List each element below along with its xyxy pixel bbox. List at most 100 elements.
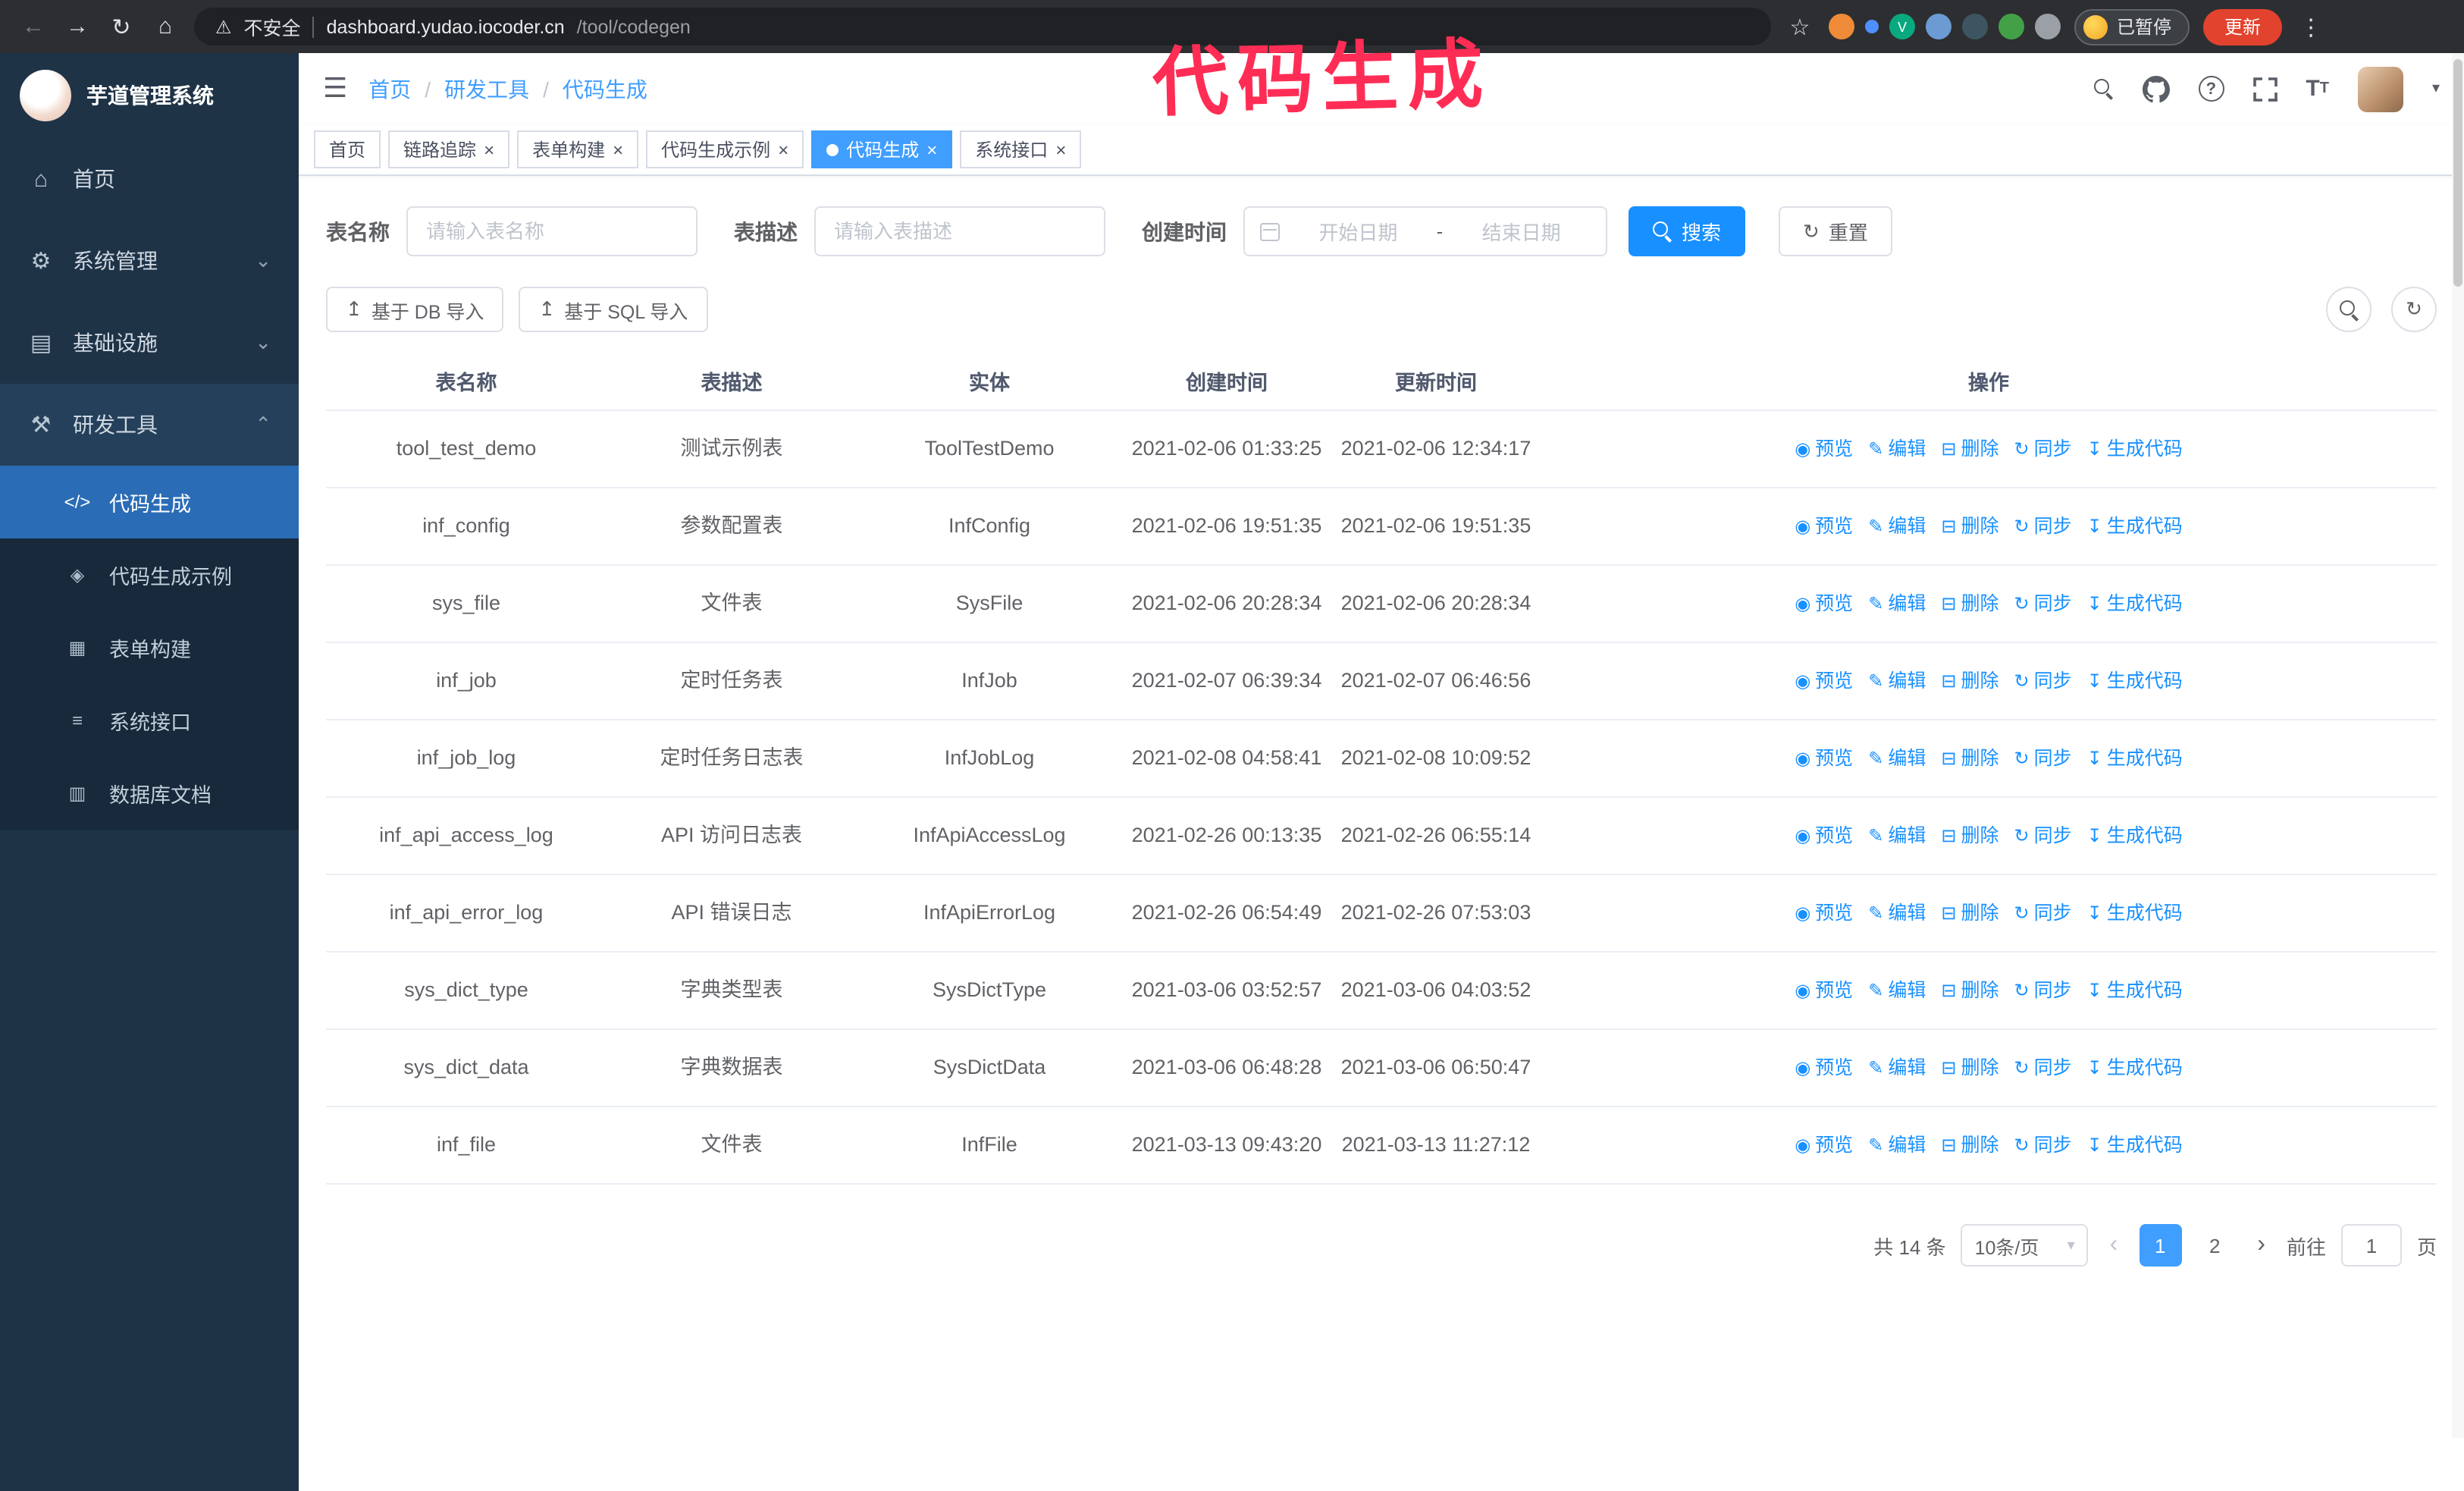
fullscreen-icon[interactable]: [2252, 77, 2277, 101]
sync-button[interactable]: ↻ 同步: [2014, 590, 2072, 617]
generate-button[interactable]: ↧ 生成代码: [2087, 435, 2183, 463]
table-desc-input[interactable]: [814, 206, 1105, 256]
github-icon[interactable]: [2142, 75, 2170, 102]
sync-button[interactable]: ↻ 同步: [2014, 667, 2072, 695]
delete-button[interactable]: ⊟ 删除: [1941, 745, 1998, 772]
delete-button[interactable]: ⊟ 删除: [1941, 977, 1998, 1004]
sidebar-item-codegen-example[interactable]: ◈ 代码生成示例: [0, 538, 299, 611]
edit-button[interactable]: ✎ 编辑: [1868, 1132, 1926, 1159]
search-icon[interactable]: [2093, 79, 2113, 99]
preview-button[interactable]: ◉ 预览: [1795, 1054, 1853, 1081]
help-icon[interactable]: ?: [2198, 76, 2224, 102]
edit-button[interactable]: ✎ 编辑: [1868, 435, 1926, 463]
generate-button[interactable]: ↧ 生成代码: [2087, 590, 2183, 617]
preview-button[interactable]: ◉ 预览: [1795, 977, 1853, 1004]
blue-dot-extension-icon[interactable]: [1865, 20, 1879, 33]
edit-button[interactable]: ✎ 编辑: [1868, 822, 1926, 849]
refresh-table-button[interactable]: ↻: [2391, 287, 2437, 332]
tab-close-icon[interactable]: ×: [484, 140, 494, 159]
generate-button[interactable]: ↧ 生成代码: [2087, 1132, 2183, 1159]
sync-button[interactable]: ↻ 同步: [2014, 745, 2072, 772]
sidebar-item-codegen[interactable]: </> 代码生成: [0, 466, 299, 538]
breadcrumb-item[interactable]: 代码生成: [563, 74, 647, 104]
tab-codegen-example[interactable]: 代码生成示例 ×: [646, 130, 804, 168]
create-time-range-picker[interactable]: 开始日期 - 结束日期: [1243, 206, 1607, 256]
tab-home[interactable]: 首页: [314, 130, 381, 168]
edit-button[interactable]: ✎ 编辑: [1868, 513, 1926, 540]
browser-home-icon[interactable]: ⌂: [150, 14, 180, 39]
edit-button[interactable]: ✎ 编辑: [1868, 745, 1926, 772]
reset-button[interactable]: ↻ 重置: [1779, 206, 1892, 256]
sync-button[interactable]: ↻ 同步: [2014, 1054, 2072, 1081]
people-extension-icon[interactable]: [1926, 14, 1951, 39]
edit-button[interactable]: ✎ 编辑: [1868, 899, 1926, 927]
generate-button[interactable]: ↧ 生成代码: [2087, 513, 2183, 540]
sync-button[interactable]: ↻ 同步: [2014, 435, 2072, 463]
sync-button[interactable]: ↻ 同步: [2014, 899, 2072, 927]
sync-button[interactable]: ↻ 同步: [2014, 977, 2072, 1004]
avatar[interactable]: [2357, 66, 2403, 111]
table-name-input[interactable]: [406, 206, 698, 256]
tab-tracer[interactable]: 链路追踪 ×: [388, 130, 510, 168]
scrollbar-thumb[interactable]: [2453, 59, 2462, 287]
sidebar-item-devtools[interactable]: ⚒ 研发工具 ⌃: [0, 384, 299, 466]
delete-button[interactable]: ⊟ 删除: [1941, 899, 1998, 927]
generate-button[interactable]: ↧ 生成代码: [2087, 1054, 2183, 1081]
sidebar-item-system-api[interactable]: ≡ 系统接口: [0, 684, 299, 757]
preview-button[interactable]: ◉ 预览: [1795, 1132, 1853, 1159]
green-v-extension-icon[interactable]: V: [1889, 14, 1915, 39]
delete-button[interactable]: ⊟ 删除: [1941, 435, 1998, 463]
generate-button[interactable]: ↧ 生成代码: [2087, 899, 2183, 927]
page-size-select[interactable]: 10条/页 ▾: [1961, 1224, 2089, 1267]
tab-close-icon[interactable]: ×: [926, 140, 937, 159]
prev-page-button[interactable]: ‹: [2104, 1232, 2124, 1257]
preview-button[interactable]: ◉ 预览: [1795, 667, 1853, 695]
address-bar[interactable]: ⚠ 不安全 dashboard.yudao.iocoder.cn/tool/co…: [194, 8, 1771, 46]
tab-close-icon[interactable]: ×: [613, 140, 623, 159]
generate-button[interactable]: ↧ 生成代码: [2087, 667, 2183, 695]
browser-menu-kebab-icon[interactable]: ⋮: [2296, 13, 2326, 40]
search-button[interactable]: 搜索: [1629, 206, 1746, 256]
translate-paused-badge[interactable]: 已暂停: [2074, 8, 2190, 45]
edit-button[interactable]: ✎ 编辑: [1868, 667, 1926, 695]
sync-button[interactable]: ↻ 同步: [2014, 1132, 2072, 1159]
preview-button[interactable]: ◉ 预览: [1795, 745, 1853, 772]
puzzle-extension-icon[interactable]: [2035, 14, 2061, 39]
sidebar-item-system[interactable]: ⚙ 系统管理 ⌄: [0, 220, 299, 302]
edit-button[interactable]: ✎ 编辑: [1868, 1054, 1926, 1081]
chevron-down-icon[interactable]: ▾: [2432, 80, 2440, 97]
delete-button[interactable]: ⊟ 删除: [1941, 822, 1998, 849]
sync-button[interactable]: ↻ 同步: [2014, 822, 2072, 849]
toggle-search-button[interactable]: [2326, 287, 2372, 332]
sidebar-item-home[interactable]: ⌂ 首页: [0, 138, 299, 220]
delete-button[interactable]: ⊟ 删除: [1941, 1054, 1998, 1081]
tab-close-icon[interactable]: ×: [1055, 140, 1066, 159]
preview-button[interactable]: ◉ 预览: [1795, 899, 1853, 927]
tab-form-builder[interactable]: 表单构建 ×: [517, 130, 639, 168]
orange-extension-icon[interactable]: [1829, 14, 1854, 39]
browser-back-icon[interactable]: ←: [18, 14, 49, 39]
page-button-2[interactable]: 2: [2193, 1224, 2236, 1267]
import-sql-button[interactable]: ↥ 基于 SQL 导入: [519, 287, 708, 332]
generate-button[interactable]: ↧ 生成代码: [2087, 745, 2183, 772]
page-button-1[interactable]: 1: [2139, 1224, 2182, 1267]
bookmark-star-icon[interactable]: ☆: [1785, 13, 1815, 40]
delete-button[interactable]: ⊟ 删除: [1941, 667, 1998, 695]
sidebar-item-infrastructure[interactable]: ▤ 基础设施 ⌄: [0, 302, 299, 384]
generate-button[interactable]: ↧ 生成代码: [2087, 822, 2183, 849]
chrome-update-button[interactable]: 更新: [2203, 8, 2283, 45]
scrollbar[interactable]: [2452, 53, 2464, 1438]
logo-row[interactable]: 芋道管理系统: [0, 53, 299, 138]
breadcrumb-item[interactable]: 研发工具: [444, 74, 529, 104]
sync-button[interactable]: ↻ 同步: [2014, 513, 2072, 540]
leaf-extension-icon[interactable]: [1998, 14, 2024, 39]
tab-system-api[interactable]: 系统接口 ×: [960, 130, 1082, 168]
delete-button[interactable]: ⊟ 删除: [1941, 513, 1998, 540]
preview-button[interactable]: ◉ 预览: [1795, 513, 1853, 540]
delete-button[interactable]: ⊟ 删除: [1941, 590, 1998, 617]
next-page-button[interactable]: ›: [2251, 1232, 2271, 1257]
dark-extension-icon[interactable]: [1962, 14, 1988, 39]
goto-page-input[interactable]: [2340, 1224, 2402, 1267]
preview-button[interactable]: ◉ 预览: [1795, 822, 1853, 849]
sidebar-item-db-doc[interactable]: ▥ 数据库文档: [0, 757, 299, 830]
